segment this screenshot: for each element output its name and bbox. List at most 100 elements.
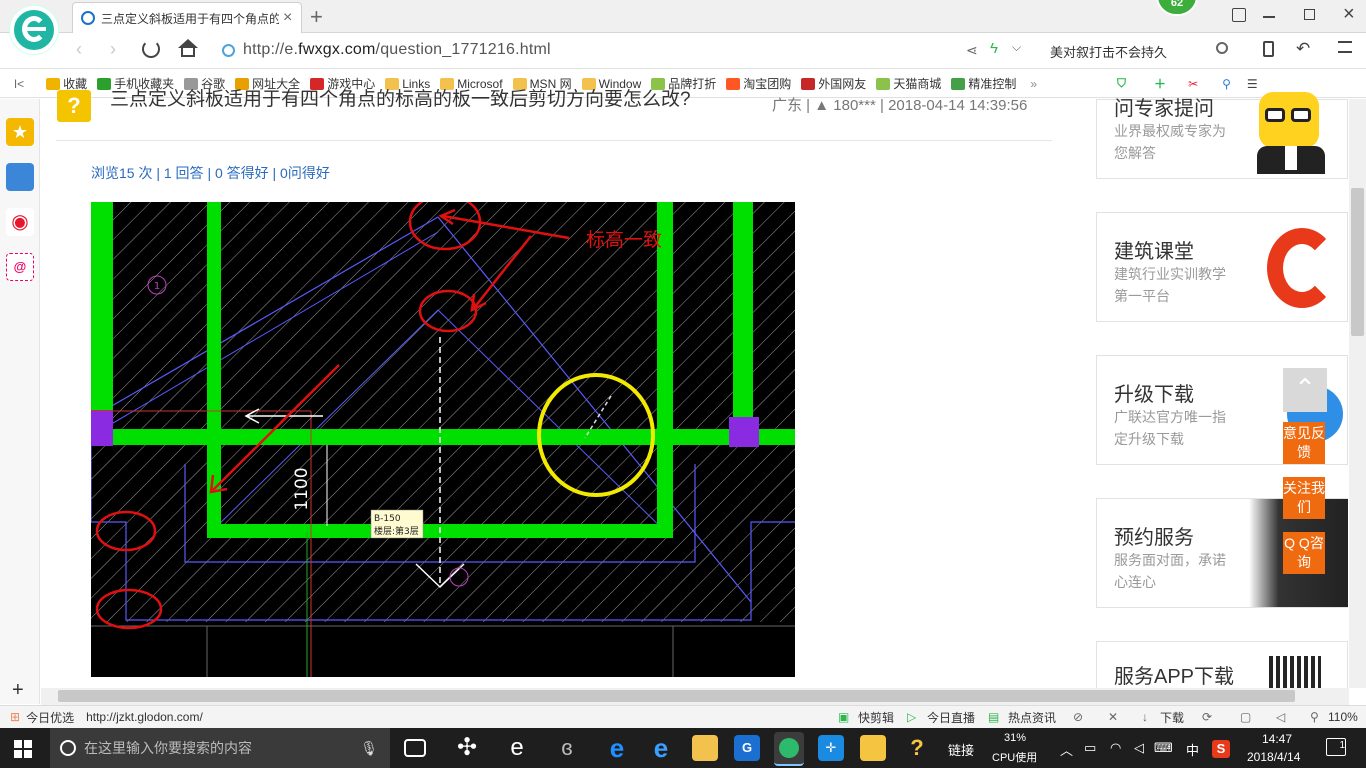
weibo-icon[interactable]: ◉ [6, 208, 34, 236]
tab-close-icon[interactable]: × [283, 9, 292, 27]
scissors-icon[interactable]: ✂ [1188, 77, 1198, 91]
tray-volume-icon[interactable]: ◁ [1134, 740, 1144, 756]
qq-consult-button[interactable]: Q Q咨询 [1283, 532, 1325, 574]
spiral-app-icon[interactable]: ɞ [554, 735, 580, 761]
feedback-button[interactable]: 意见反馈 [1283, 422, 1325, 464]
speed-icon[interactable]: ⊘ [1073, 710, 1083, 724]
browser-e-icon[interactable]: e [504, 735, 530, 761]
gift-icon: ⊞ [10, 710, 21, 724]
today-picks[interactable]: 今日优选 [26, 709, 74, 726]
card-title: 服务APP下载 [1114, 666, 1235, 688]
vertical-scroll-thumb[interactable] [1351, 188, 1364, 336]
glodon-app-icon[interactable]: G [734, 735, 760, 761]
bookmark-icon [876, 77, 891, 90]
zoom-level[interactable]: 110% [1328, 710, 1358, 724]
hatched-slab [91, 202, 795, 622]
chevron-down-icon[interactable]: ⌵ [1012, 40, 1021, 55]
clock-date[interactable]: 2018/4/14 [1247, 750, 1300, 764]
undo-icon[interactable]: ↶ [1296, 39, 1310, 59]
start-button[interactable] [14, 740, 32, 758]
news-link[interactable]: 热点资讯 [1008, 709, 1056, 726]
tray-keyboard-icon[interactable]: ⌨ [1154, 740, 1173, 756]
kuaijianji-link[interactable]: 快剪辑 [858, 709, 894, 726]
bookmark-item[interactable]: 外国网友 [801, 75, 866, 92]
new-tab-button[interactable]: + [310, 4, 323, 30]
search-suggestion[interactable]: 美对叙打击不会持久 [1050, 42, 1167, 61]
scroll-top-button[interactable]: ⌃ [1283, 368, 1327, 412]
tray-chevron-icon[interactable]: ︿ [1060, 740, 1073, 759]
tab-active[interactable]: 三点定义斜板适用于有四个角点的 × [72, 2, 302, 33]
add-green-icon[interactable]: ＋ [1154, 75, 1166, 92]
mail-icon[interactable]: @ [6, 253, 34, 281]
maximize-button[interactable] [1304, 9, 1315, 20]
cortana-icon [60, 740, 76, 756]
skin-icon[interactable] [1232, 8, 1246, 22]
bookmark-icon [801, 77, 816, 90]
bookmark-label: 精准控制 [968, 77, 1017, 91]
pinwheel-app-icon[interactable]: ✣ [454, 735, 480, 761]
ie-icon[interactable]: e [648, 735, 674, 761]
forward-icon[interactable]: › [110, 39, 116, 60]
card-ask-expert[interactable]: 问专家提问 业界最权威专家为您解答 [1096, 92, 1348, 179]
favorites-star-icon[interactable]: ★ [6, 118, 34, 146]
share-icon[interactable]: ⋖ [966, 42, 978, 59]
file-explorer-icon[interactable] [692, 735, 718, 761]
task-view-icon[interactable] [404, 739, 426, 757]
home-icon[interactable] [178, 39, 198, 48]
microphone-icon[interactable]: 🎙︎ [360, 740, 378, 757]
clock-time[interactable]: 14:47 [1262, 732, 1292, 746]
active-browser-icon[interactable] [774, 732, 804, 766]
axis-marker: 1 [154, 281, 160, 292]
ie-tab-icon [81, 11, 95, 25]
bookmark-item[interactable]: 精准控制 [951, 75, 1016, 92]
find-icon[interactable]: ⚲ [1222, 77, 1231, 91]
live-link[interactable]: 今日直播 [927, 709, 975, 726]
card-desc: 建筑行业实训教学第一平台 [1114, 266, 1226, 304]
back-icon[interactable]: ‹ [76, 39, 82, 60]
bookmark-icon [46, 77, 61, 90]
notes-app-icon[interactable] [860, 735, 886, 761]
shield-icon[interactable]: ⛉ [1117, 76, 1126, 91]
follow-us-button[interactable]: 关注我们 [1283, 477, 1325, 519]
refresh-small-icon[interactable]: ⟳ [1202, 710, 1212, 724]
ime-language[interactable]: 中 [1186, 740, 1199, 759]
card-desc: 广联达官方唯一指定升级下载 [1114, 409, 1226, 447]
sidebar-toggle-icon[interactable]: ǀ< [14, 77, 24, 91]
edge-icon[interactable]: e [604, 735, 630, 761]
window-icon[interactable]: ▢ [1240, 710, 1251, 724]
links-toolbar[interactable]: 链接 [948, 740, 974, 759]
search-icon[interactable] [1216, 42, 1228, 54]
help-app-icon[interactable]: ? [904, 735, 930, 761]
menu-icon[interactable] [1338, 41, 1352, 53]
user-icon: ▲ [814, 97, 830, 114]
sogou-ime-icon[interactable]: S [1212, 740, 1230, 758]
action-center-icon[interactable]: 1 [1326, 738, 1346, 756]
bookmark-item[interactable]: 天猫商城 [876, 75, 941, 92]
close-window-button[interactable]: × [1343, 3, 1355, 26]
minimize-button[interactable] [1263, 16, 1275, 18]
tray-wifi-icon[interactable]: ◠ [1110, 740, 1121, 756]
tray-network-icon[interactable]: ▭ [1084, 740, 1096, 756]
pin-app-icon[interactable]: ✛ [818, 735, 844, 761]
address-bar[interactable]: http://e.fwxgx.com/question_1771216.html [222, 36, 960, 64]
volume-icon[interactable]: ◁ [1276, 710, 1285, 724]
pin-icon[interactable]: ✕ [1108, 710, 1118, 724]
mobile-icon[interactable] [1263, 41, 1274, 57]
user-name[interactable]: 180*** [833, 97, 876, 114]
taskbar-search[interactable]: 在这里输入你要搜索的内容 🎙︎ [50, 728, 390, 768]
layout-icon[interactable] [6, 163, 34, 191]
refresh-icon[interactable] [142, 40, 160, 58]
horizontal-scroll-thumb[interactable] [58, 690, 1295, 702]
cad-screenshot-image: 1100 B-150 楼层:第3层 1 标高一致 [91, 202, 795, 677]
card-building-class[interactable]: 建筑课堂 建筑行业实训教学第一平台 [1096, 212, 1348, 322]
annotation-text: 标高一致 [586, 229, 662, 251]
live-icon: ▷ [907, 710, 917, 724]
notification-badge[interactable]: 62 [1156, 0, 1198, 16]
green-beam [733, 202, 753, 438]
browser-logo-icon[interactable] [10, 6, 58, 54]
add-sidebar-button[interactable]: + [12, 679, 24, 702]
cad-drawing: 1100 B-150 楼层:第3层 1 标高一致 [91, 202, 795, 677]
more-bookmarks-icon[interactable]: » [1030, 77, 1037, 91]
lightning-icon[interactable]: ϟ [990, 40, 998, 57]
download-link[interactable]: 下载 [1160, 709, 1184, 726]
